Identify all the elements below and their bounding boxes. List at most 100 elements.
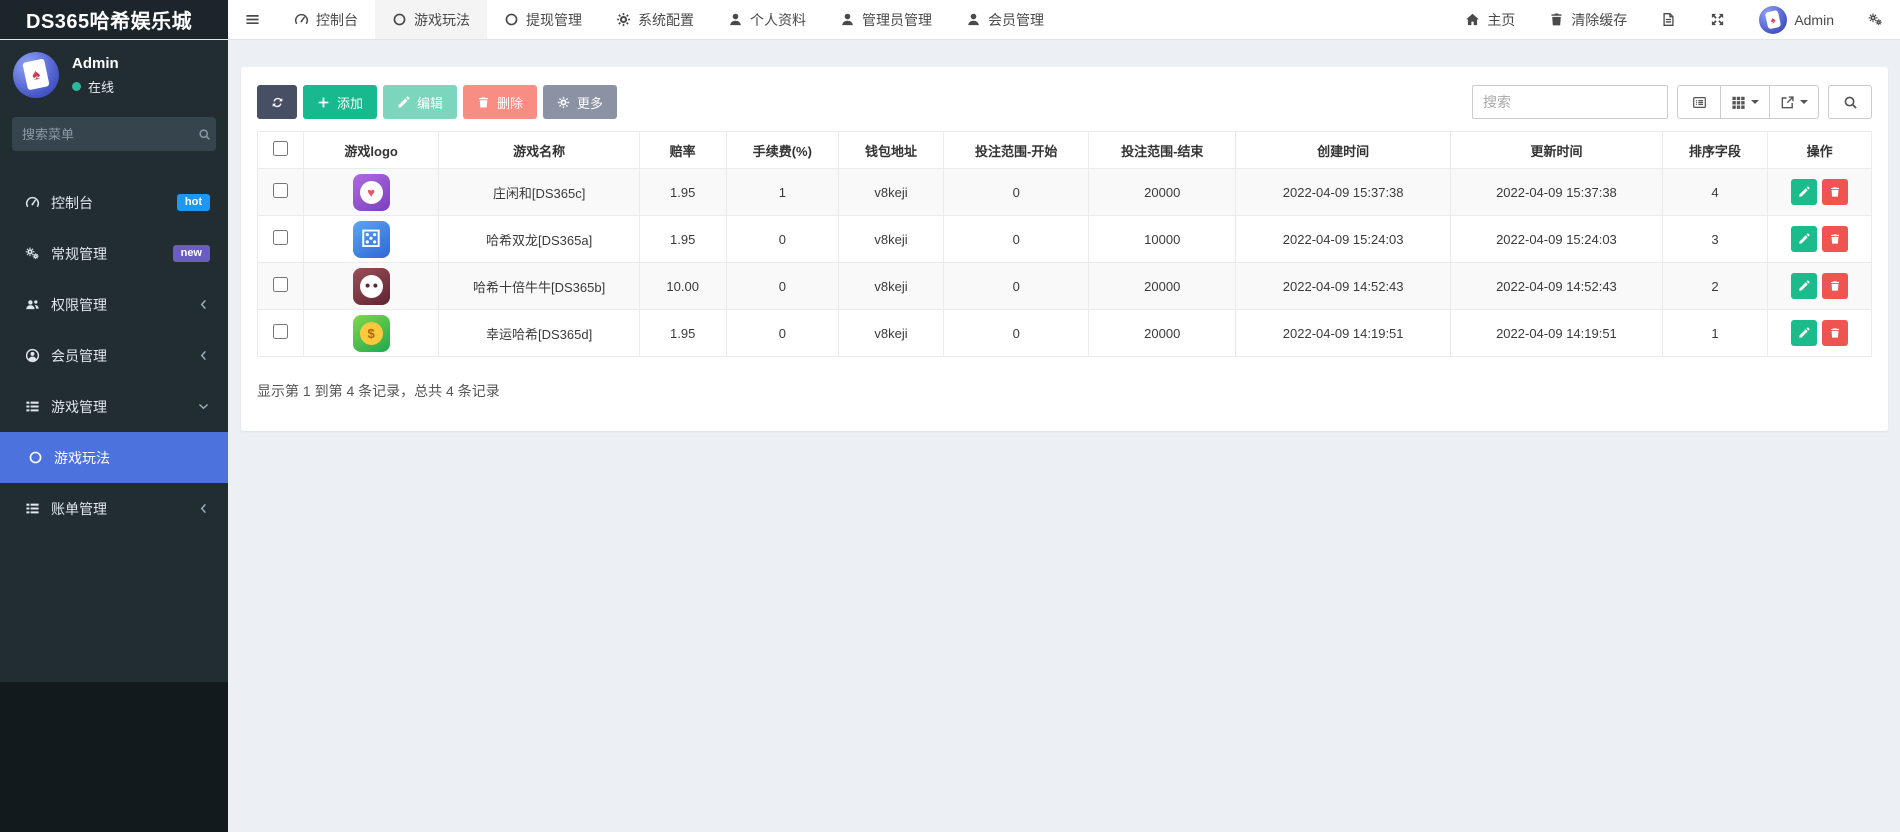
cell-bet-end: 20000 [1089,169,1236,216]
brand-logo[interactable]: DS365哈希娱乐城 [0,0,228,39]
column-header: 手续费(%) [726,132,839,169]
nav-item-dashboard[interactable]: 控制台 [277,0,375,39]
row-edit-button[interactable] [1791,273,1817,299]
column-header: 游戏名称 [439,132,639,169]
user-icon [728,12,743,27]
trash-icon [1549,12,1564,27]
nav-clear-cache-button[interactable]: 清除缓存 [1532,0,1644,39]
table-search-input[interactable] [1472,85,1668,119]
gear-icon [616,12,631,27]
refresh-button[interactable] [257,85,297,119]
cell-wallet: v8keji [839,216,944,263]
fullscreen-icon [1710,12,1725,27]
chevron-left-icon [197,502,210,515]
add-button[interactable]: 添加 [303,85,377,119]
more-button[interactable]: 更多 [543,85,617,119]
nav-fullscreen-button[interactable] [1693,0,1742,39]
row-delete-button[interactable] [1822,273,1848,299]
nav-user-menu[interactable]: Admin [1742,0,1851,39]
row-edit-button[interactable] [1791,179,1817,205]
nav-item-profile[interactable]: 个人资料 [711,0,823,39]
pencil-icon [1798,233,1810,245]
delete-button[interactable]: 删除 [463,85,537,119]
sidebar-item-general-manage[interactable]: 常规管理 new [0,228,228,279]
nav-label: 管理员管理 [862,10,932,30]
status-label: 在线 [88,77,114,96]
content-card: 添加 编辑 删除 更多 [241,67,1888,431]
row-checkbox[interactable] [273,277,288,292]
sidebar-user-panel: Admin 在线 [0,40,228,108]
export-icon [1780,95,1795,110]
row-edit-button[interactable] [1791,226,1817,252]
table-row: 哈希双龙[DS365a] 1.95 0 v8keji 0 10000 2022-… [258,216,1872,263]
chevron-left-icon [197,349,210,362]
columns-button[interactable] [1721,85,1770,119]
cell-created: 2022-04-09 15:37:38 [1236,169,1451,216]
cell-game-name: 庄闲和[DS365c] [439,169,639,216]
refresh-icon [271,96,284,109]
new-badge: new [173,245,210,262]
sidebar-search-input[interactable] [22,127,198,142]
cell-sort: 1 [1662,310,1768,357]
pagination-summary: 显示第 1 到第 4 条记录，总共 4 条记录 [257,381,1872,401]
row-delete-button[interactable] [1822,179,1848,205]
row-edit-button[interactable] [1791,320,1817,346]
sidebar-item-game-manage[interactable]: 游戏管理 [0,381,228,432]
sidebar-user-info: Admin 在线 [72,55,119,96]
nav-username: Admin [1794,12,1834,28]
circle-o-icon [504,12,519,27]
top-nav-right: 主页 清除缓存 Admin [1448,0,1900,39]
column-header: 更新时间 [1451,132,1662,169]
sidebar-item-dashboard[interactable]: 控制台 hot [0,177,228,228]
sidebar-subitem-game-play[interactable]: 游戏玩法 [0,432,228,483]
column-header: 操作 [1768,132,1872,169]
row-delete-button[interactable] [1822,226,1848,252]
cogs-icon [25,246,40,261]
sidebar-user-avatar[interactable] [13,52,59,98]
sidebar-item-label: 权限管理 [51,295,107,315]
gear-icon [557,96,570,109]
circle-o-icon [392,12,407,27]
home-icon [1465,12,1480,27]
row-delete-button[interactable] [1822,320,1848,346]
edit-button[interactable]: 编辑 [383,85,457,119]
sidebar-item-bill-manage[interactable]: 账单管理 [0,483,228,534]
toolbar-right [1472,85,1872,119]
row-checkbox[interactable] [273,183,288,198]
select-all-checkbox[interactable] [273,141,288,156]
nav-file-button[interactable] [1644,0,1693,39]
row-checkbox[interactable] [273,230,288,245]
nav-item-game-play[interactable]: 游戏玩法 [375,0,487,39]
export-button[interactable] [1770,85,1819,119]
cell-sort: 3 [1662,216,1768,263]
pencil-icon [397,96,410,109]
nav-home-button[interactable]: 主页 [1448,0,1532,39]
sidebar-toggle-button[interactable] [228,0,277,39]
pencil-icon [1798,186,1810,198]
nav-settings-button[interactable] [1851,0,1900,39]
dashboard-icon [294,12,309,27]
sidebar-item-member-manage[interactable]: 会员管理 [0,330,228,381]
detail-view-button[interactable] [1677,85,1721,119]
search-button[interactable] [1828,85,1872,119]
pencil-icon [1798,327,1810,339]
cell-bet-start: 0 [943,263,1089,310]
app-window: DS365哈希娱乐城 控制台 游戏玩法 提现管理 系统配置 [0,0,1900,832]
sidebar-item-label: 游戏管理 [51,397,107,417]
nav-label: 提现管理 [526,10,582,30]
nav-item-withdraw[interactable]: 提现管理 [487,0,599,39]
trash-icon [477,96,490,109]
cell-updated: 2022-04-09 15:37:38 [1451,169,1662,216]
nav-item-admin-manage[interactable]: 管理员管理 [823,0,949,39]
sidebar-item-permission-manage[interactable]: 权限管理 [0,279,228,330]
plus-icon [317,96,330,109]
sidebar-item-label: 会员管理 [51,346,107,366]
nav-label: 控制台 [316,10,358,30]
cell-fee: 0 [726,310,839,357]
nav-item-system-config[interactable]: 系统配置 [599,0,711,39]
nav-label: 个人资料 [750,10,806,30]
nav-item-member-manage[interactable]: 会员管理 [949,0,1061,39]
edit-button-label: 编辑 [417,93,443,112]
row-checkbox[interactable] [273,324,288,339]
nav-label: 系统配置 [638,10,694,30]
